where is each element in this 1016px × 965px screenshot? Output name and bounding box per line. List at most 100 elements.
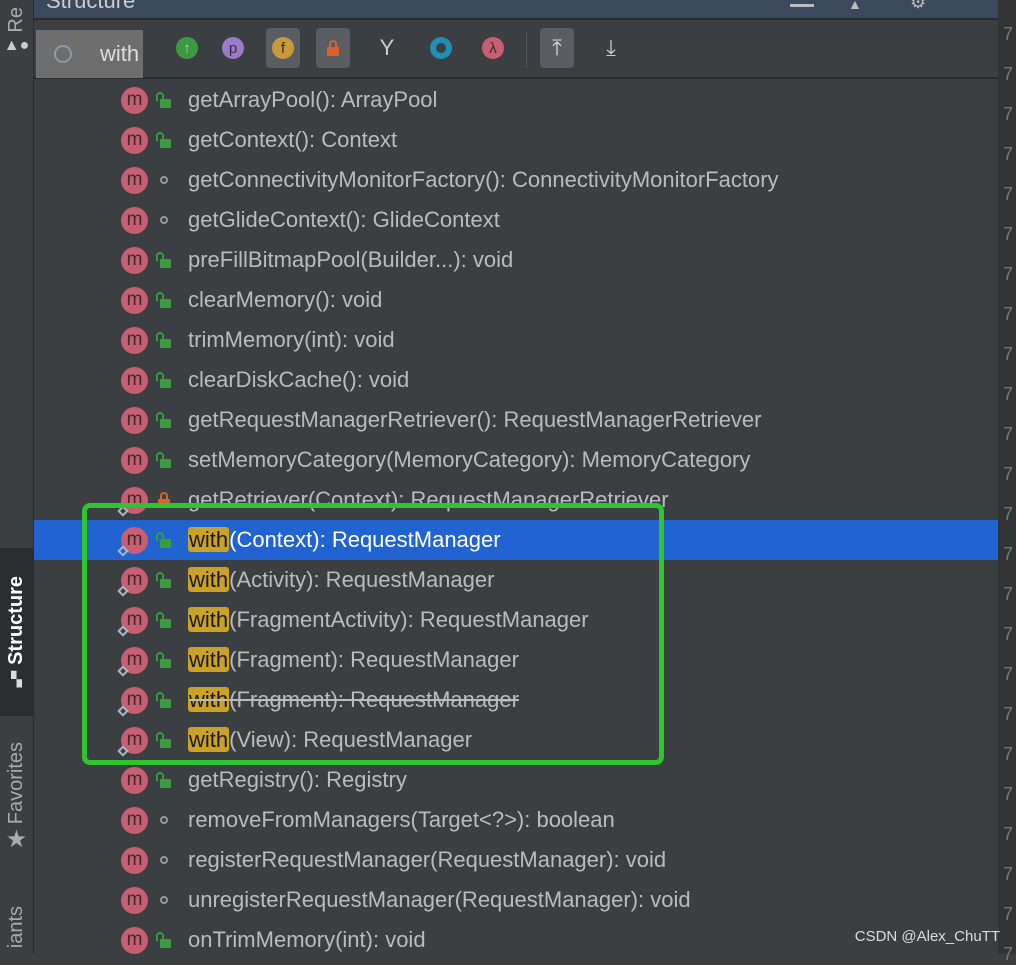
tree-item[interactable]: m getConnectivityMonitorFactory(): Connec… (34, 160, 998, 200)
method-icon: m (121, 367, 148, 394)
public-lock-icon (156, 771, 172, 789)
public-lock-icon (156, 451, 172, 469)
tree-item-label: with(View): RequestManager (188, 727, 472, 753)
method-icon: m (121, 167, 148, 194)
search-match: with (188, 607, 230, 632)
gutter-mark: 7 (1003, 384, 1014, 404)
panel-header: Structure ▲ ⚙ (34, 0, 998, 20)
gutter-mark: 7 (1003, 104, 1014, 124)
method-icon: m (121, 447, 148, 474)
tree-item[interactable]: m registerRequestManager(RequestManager):… (34, 840, 998, 880)
gutter-mark: 7 (1003, 784, 1014, 804)
signature: setMemoryCategory(MemoryCategory): Memor… (188, 447, 751, 472)
properties-button[interactable]: p (216, 28, 250, 68)
speed-search-field[interactable]: with (36, 30, 143, 78)
public-lock-icon (156, 91, 172, 109)
collapse-icon[interactable] (790, 4, 814, 7)
tree-item-label: removeFromManagers(Target<?>): boolean (188, 807, 615, 833)
tree-item[interactable]: m setMemoryCategory(MemoryCategory): Memo… (34, 440, 998, 480)
signature: getGlideContext(): GlideContext (188, 207, 500, 232)
watermark: CSDN @Alex_ChuTT (854, 928, 1000, 945)
search-icon (54, 45, 72, 63)
public-lock-icon (156, 571, 172, 589)
gear-icon[interactable]: ⚙ (910, 0, 926, 13)
interfaces-button[interactable] (424, 28, 458, 68)
package-private-icon (156, 891, 172, 909)
tree-item[interactable]: m preFillBitmapPool(Builder...): void (34, 240, 998, 280)
tree-item[interactable]: m removeFromManagers(Target<?>): boolean (34, 800, 998, 840)
gutter-mark: 7 (1003, 744, 1014, 764)
fields-button[interactable]: f (266, 28, 300, 68)
signature: (Context): RequestManager (229, 527, 501, 552)
structure-icon: ▚ (11, 670, 22, 687)
signature: onTrimMemory(int): void (188, 927, 426, 952)
tree-item-label: getRequestManagerRetriever(): RequestMan… (188, 407, 762, 433)
gutter-mark: 7 (1003, 664, 1014, 684)
method-icon: m (121, 87, 148, 114)
public-lock-icon (156, 731, 172, 749)
sidebar-tab-structure[interactable]: Structure ▚ (0, 548, 33, 716)
tree-item[interactable]: m getRegistry(): Registry (34, 760, 998, 800)
autoscroll-from-source-button[interactable]: ⤓ (594, 28, 628, 68)
tree-item[interactable]: m getRequestManagerRetriever(): RequestMa… (34, 400, 998, 440)
tree-item[interactable]: m getGlideContext(): GlideContext (34, 200, 998, 240)
structure-tree: m getArrayPool(): ArrayPool m getContext():… (34, 80, 998, 960)
tree-item-label: with(Activity): RequestManager (188, 567, 494, 593)
signature: removeFromManagers(Target<?>): boolean (188, 807, 615, 832)
interface-icon (430, 37, 452, 59)
shapes-icon: ▲● (3, 37, 30, 54)
signature: getRequestManagerRetriever(): RequestMan… (188, 407, 762, 432)
tree-item[interactable]: m with(FragmentActivity): RequestManager (34, 600, 998, 640)
signature: clearMemory(): void (188, 287, 383, 312)
tree-item[interactable]: m clearMemory(): void (34, 280, 998, 320)
tree-item[interactable]: m with(Context): RequestManager (34, 520, 998, 560)
tree-item[interactable]: m with(Fragment): RequestManager (34, 640, 998, 680)
tree-item[interactable]: m with(View): RequestManager (34, 720, 998, 760)
tree-item[interactable]: m with(Activity): RequestManager (34, 560, 998, 600)
lambdas-button[interactable]: λ (476, 28, 510, 68)
tree-item[interactable]: m onTrimMemory(int): void (34, 920, 998, 960)
package-private-icon (156, 211, 172, 229)
tree-item[interactable]: m getContext(): Context (34, 120, 998, 160)
tree-item-label: with(Fragment): RequestManager (188, 647, 519, 673)
show-inherited-button[interactable]: ↑ (170, 28, 204, 68)
tree-item[interactable]: m unregisterRequestManager(RequestManager… (34, 880, 998, 920)
tree-item[interactable]: m getRetriever(Context): RequestManagerRe… (34, 480, 998, 520)
lambda-icon: λ (482, 37, 504, 59)
sidebar-tab-build-variants[interactable]: iants (0, 900, 33, 954)
tree-item[interactable]: m clearDiskCache(): void (34, 360, 998, 400)
public-lock-icon (156, 371, 172, 389)
star-icon: ★ (5, 825, 28, 853)
method-icon: m (121, 407, 148, 434)
non-public-button[interactable] (316, 28, 350, 68)
autoscroll-to-source-button[interactable]: ⤒ (540, 28, 574, 68)
package-private-icon (156, 171, 172, 189)
tree-item[interactable]: m with(Fragment): RequestManager (34, 680, 998, 720)
gutter-mark: 7 (1003, 224, 1014, 244)
tree-item-label: getArrayPool(): ArrayPool (188, 87, 437, 113)
tree-item-label: unregisterRequestManager(RequestManager)… (188, 887, 691, 913)
tree-item[interactable]: m trimMemory(int): void (34, 320, 998, 360)
signature: (Fragment): RequestManager (229, 687, 519, 712)
signature: registerRequestManager(RequestManager): … (188, 847, 667, 872)
tree-item-label: with(Fragment): RequestManager (188, 687, 519, 713)
public-lock-icon (156, 131, 172, 149)
gutter-mark: 7 (1003, 24, 1014, 44)
arrow-up-icon[interactable]: ▲ (848, 0, 862, 12)
signature: preFillBitmapPool(Builder...): void (188, 247, 514, 272)
method-icon: m (121, 767, 148, 794)
gutter-mark: 7 (1003, 624, 1014, 644)
search-value[interactable]: with (100, 41, 139, 67)
tree-item-label: with(Context): RequestManager (188, 527, 501, 553)
tree-item-label: getRetriever(Context): RequestManagerRet… (188, 487, 669, 513)
signature: (FragmentActivity): RequestManager (229, 607, 589, 632)
anonymous-classes-button[interactable]: Y (370, 28, 404, 68)
show-inherited-icon: ↑ (176, 37, 198, 59)
editor-gutter-strip: 7 7 7 7 7 7 7 7 7 7 7 7 7 7 7 7 7 7 7 7 7 7 7 7 (998, 0, 1016, 964)
sidebar-tab-favorites[interactable]: Favorites ★ (0, 728, 33, 868)
method-icon: m (121, 807, 148, 834)
tree-item[interactable]: m getArrayPool(): ArrayPool (34, 80, 998, 120)
signature: (Activity): RequestManager (229, 567, 495, 592)
fields-icon: f (272, 37, 294, 59)
method-icon: m (121, 207, 148, 234)
